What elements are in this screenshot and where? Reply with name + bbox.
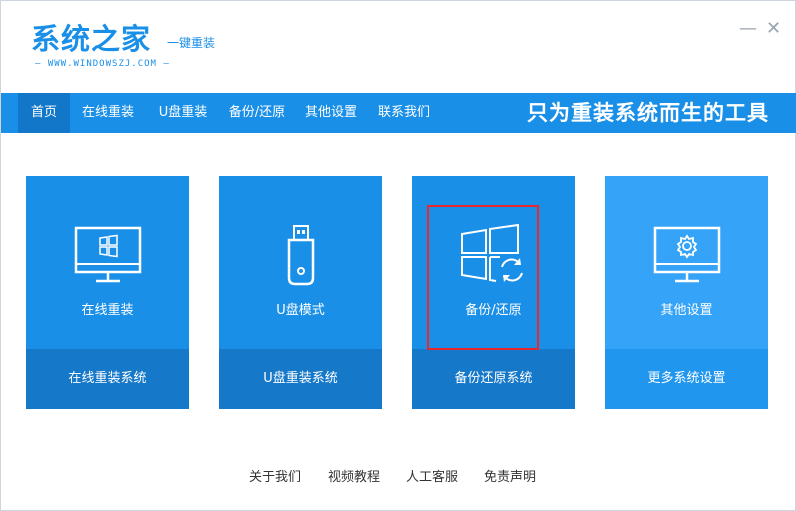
nav-item-contact-us[interactable]: 联系我们 xyxy=(369,93,439,133)
backup-restore-system-button[interactable]: 备份还原系统 xyxy=(412,349,575,409)
nav-item-usb-reinstall[interactable]: U盘重装 xyxy=(148,93,218,133)
online-reinstall-system-button[interactable]: 在线重装系统 xyxy=(26,349,189,409)
nav-item-online-reinstall[interactable]: 在线重装 xyxy=(72,93,144,133)
monitor-windows-icon xyxy=(74,226,142,283)
footer-link-disclaimer[interactable]: 免责声明 xyxy=(484,466,536,485)
card-online-reinstall-title: 在线重装 xyxy=(81,303,134,318)
minimize-button[interactable]: — xyxy=(739,19,757,39)
card-usb-mode-top[interactable]: U盘模式 xyxy=(219,176,382,349)
card-backup-restore[interactable]: 备份/还原 备份还原系统 xyxy=(412,176,575,409)
card-other-settings-top[interactable]: 其他设置 xyxy=(605,176,768,349)
slogan: 只为重装系统而生的工具 xyxy=(527,101,769,125)
card-usb-mode-title: U盘模式 xyxy=(276,303,325,318)
logo: 系统之家 一键重装 — WWW.WINDOWSZJ.COM — xyxy=(31,21,231,77)
footer-link-customer-service[interactable]: 人工客服 xyxy=(406,466,458,485)
nav-item-backup-restore[interactable]: 备份/还原 xyxy=(219,93,295,133)
nav-item-home[interactable]: 首页 xyxy=(18,93,70,133)
card-usb-mode[interactable]: U盘模式 U盘重装系统 xyxy=(219,176,382,409)
monitor-gear-icon xyxy=(653,226,721,283)
card-online-reinstall[interactable]: 在线重装 在线重装系统 xyxy=(26,176,189,409)
card-backup-restore-top[interactable]: 备份/还原 xyxy=(412,176,575,349)
more-system-settings-button[interactable]: 更多系统设置 xyxy=(605,349,768,409)
usb-drive-icon xyxy=(287,225,315,286)
windows-restore-icon xyxy=(461,224,523,282)
card-online-reinstall-top[interactable]: 在线重装 xyxy=(26,176,189,349)
nav-item-other-settings[interactable]: 其他设置 xyxy=(296,93,366,133)
logo-title: 系统之家 xyxy=(31,22,152,56)
footer-link-video-tutorials[interactable]: 视频教程 xyxy=(328,466,380,485)
nav-bar: 首页 在线重装 U盘重装 备份/还原 其他设置 联系我们 只为重装系统而生的工具 xyxy=(1,93,796,133)
footer-link-about-us[interactable]: 关于我们 xyxy=(249,466,301,485)
usb-reinstall-system-button[interactable]: U盘重装系统 xyxy=(219,349,382,409)
app-window: 系统之家 一键重装 — WWW.WINDOWSZJ.COM — — ✕ 首页 在… xyxy=(0,0,796,511)
card-other-settings-title: 其他设置 xyxy=(660,303,713,318)
close-button[interactable]: ✕ xyxy=(766,19,781,39)
card-other-settings[interactable]: 其他设置 更多系统设置 xyxy=(605,176,768,409)
card-backup-restore-title: 备份/还原 xyxy=(465,303,522,318)
logo-url: — WWW.WINDOWSZJ.COM — xyxy=(35,59,170,69)
logo-subtitle: 一键重装 xyxy=(167,36,216,50)
